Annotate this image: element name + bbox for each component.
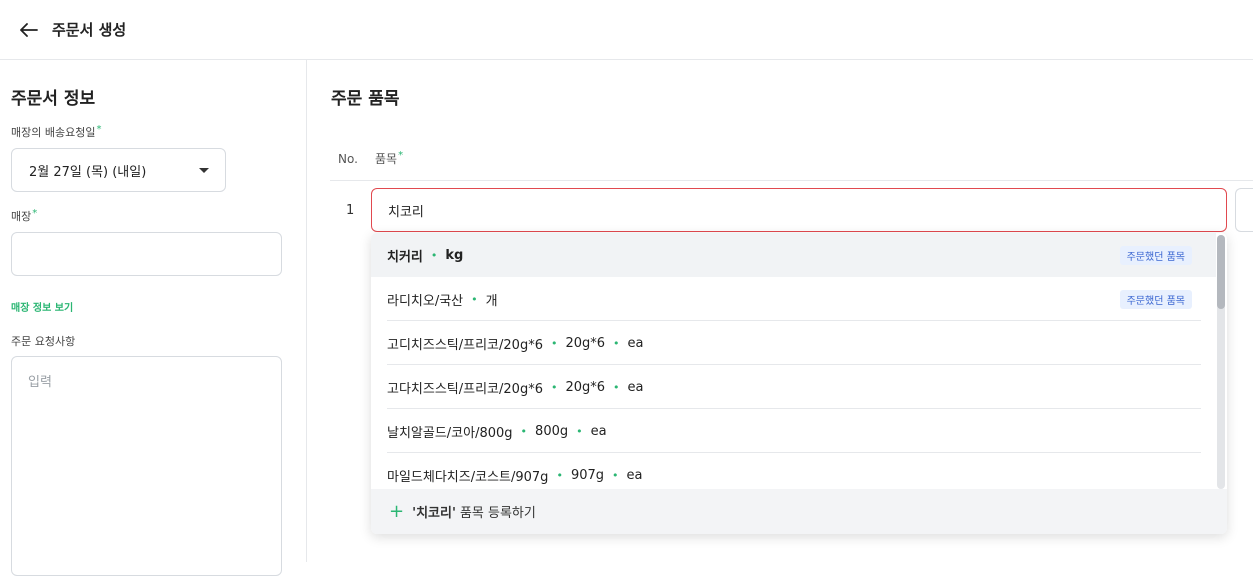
store-input[interactable] xyxy=(11,232,282,276)
suggestion-item[interactable]: 마일드체다치즈/코스트/907g • 907g • ea xyxy=(371,453,1216,489)
item-suggestion-dropdown: 치커리 • kg 주문했던 품목 라디치오/국산 • 개 주문했던 품목 고디치즈스틱/프리코/… xyxy=(371,233,1227,534)
separator-dot: • xyxy=(471,292,478,306)
register-item-button[interactable]: + '치코리' 품목 등록하기 xyxy=(371,489,1227,534)
suggestion-name: 라디치오/국산 xyxy=(387,293,464,309)
ordered-before-badge: 주문했던 품목 xyxy=(1119,290,1192,309)
suggestion-item[interactable]: 날치알골드/코아/800g • 800g • ea xyxy=(371,409,1216,453)
suggestion-unit: 개 xyxy=(485,293,498,309)
suggestion-name: 고디치즈스틱/프리코/20g*6 xyxy=(387,337,543,353)
order-items-title: 주문 품목 xyxy=(331,89,400,109)
column-no: No. xyxy=(338,152,358,166)
suggestion-name: 날치알골드/코아/800g xyxy=(387,425,513,441)
suggestion-unit: ea xyxy=(590,423,607,439)
order-info-title: 주문서 정보 xyxy=(11,89,96,109)
suggestion-item[interactable]: 라디치오/국산 • 개 주문했던 품목 xyxy=(371,277,1216,321)
separator-dot: • xyxy=(576,424,583,438)
register-item-label: 품목 등록하기 xyxy=(459,506,536,521)
separator-dot: • xyxy=(520,424,528,438)
order-request-textarea[interactable]: 입력 xyxy=(11,356,282,576)
suggestion-spec: 907g xyxy=(570,467,605,483)
delivery-date-label: 매장의 배송요청일* xyxy=(11,124,102,139)
store-info-link[interactable]: 매장 정보 보기 xyxy=(11,299,73,314)
separator-dot: • xyxy=(613,380,620,394)
plus-icon: + xyxy=(389,500,405,522)
separator-dot: • xyxy=(613,336,620,350)
separator-dot: • xyxy=(612,468,619,482)
back-button[interactable] xyxy=(18,19,40,41)
suggestion-unit: ea xyxy=(627,379,644,395)
suggestion-item[interactable]: 고디치즈스틱/프리코/20g*6 • 20g*6 • ea xyxy=(371,321,1216,365)
separator-dot: • xyxy=(550,380,558,394)
suggestion-unit: ea xyxy=(626,467,643,483)
suggestion-item[interactable]: 치커리 • kg 주문했던 품목 xyxy=(371,233,1216,277)
item-search-input[interactable]: 치코리 xyxy=(371,188,1227,232)
store-label: 매장* xyxy=(11,208,38,223)
separator-dot: • xyxy=(550,336,558,350)
top-bar: 주문서 생성 xyxy=(0,0,1253,60)
suggestion-spec: 800g xyxy=(535,423,569,439)
next-column-input[interactable] xyxy=(1235,188,1253,232)
suggestion-name: 고다치즈스틱/프리코/20g*6 xyxy=(387,381,543,397)
suggestion-spec: 20g*6 xyxy=(565,379,606,395)
delivery-date-select[interactable]: 2월 27일 (목) (내일) xyxy=(11,148,226,192)
request-placeholder: 입력 xyxy=(28,375,52,390)
suggestion-name: 마일드체다치즈/코스트/907g xyxy=(387,469,549,485)
arrow-left-icon xyxy=(20,22,38,37)
suggestion-name: 치커리 xyxy=(387,249,423,265)
items-table-header: No. 품목* xyxy=(330,148,1253,181)
suggestion-item[interactable]: 고다치즈스틱/프리코/20g*6 • 20g*6 • ea xyxy=(371,365,1216,409)
separator-dot: • xyxy=(430,248,438,262)
item-input-value: 치코리 xyxy=(388,204,424,220)
row-number: 1 xyxy=(346,203,355,218)
page-title: 주문서 생성 xyxy=(52,21,127,39)
ordered-before-badge: 주문했던 품목 xyxy=(1119,246,1192,265)
suggestion-list: 치커리 • kg 주문했던 품목 라디치오/국산 • 개 주문했던 품목 고디치즈스틱/프리코/… xyxy=(371,233,1216,489)
scrollbar-thumb[interactable] xyxy=(1217,235,1225,309)
dropdown-scrollbar[interactable] xyxy=(1217,235,1225,489)
column-item: 품목* xyxy=(375,150,404,166)
delivery-date-value: 2월 27일 (목) (내일) xyxy=(29,164,147,180)
request-label: 주문 요청사항 xyxy=(11,335,76,348)
suggestion-spec: 20g*6 xyxy=(565,335,606,351)
order-info-panel: 주문서 정보 매장의 배송요청일* 2월 27일 (목) (내일) 매장* 매장… xyxy=(0,60,307,576)
suggestion-unit: ea xyxy=(627,335,644,351)
suggestion-unit: kg xyxy=(445,247,464,263)
caret-down-icon xyxy=(199,168,209,173)
separator-dot: • xyxy=(556,468,563,482)
register-item-query: '치코리' xyxy=(412,506,456,521)
